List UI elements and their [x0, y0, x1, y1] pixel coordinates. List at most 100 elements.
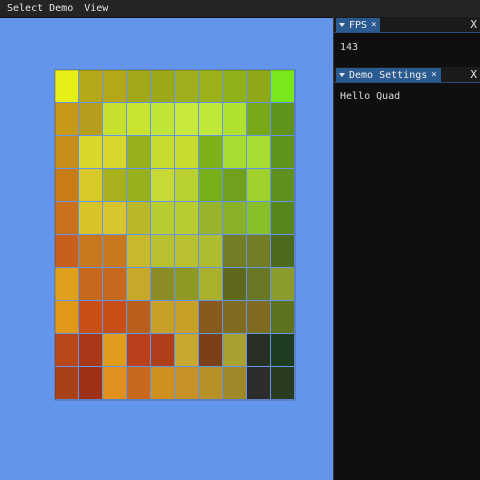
grid-tile — [103, 301, 126, 333]
grid-tile — [175, 136, 198, 168]
grid-tile — [127, 367, 150, 399]
grid-tile — [79, 136, 102, 168]
grid-tile — [175, 70, 198, 102]
quad-grid — [54, 69, 296, 401]
grid-tile — [271, 235, 294, 267]
grid-tile — [247, 367, 270, 399]
grid-tile — [55, 268, 78, 300]
grid-tile — [103, 235, 126, 267]
grid-tile — [199, 367, 222, 399]
menu-item-select-demo[interactable]: Select Demo — [0, 0, 77, 17]
grid-tile — [199, 103, 222, 135]
grid-tile — [127, 103, 150, 135]
grid-tile — [199, 169, 222, 201]
grid-tile — [55, 169, 78, 201]
grid-tile — [271, 169, 294, 201]
grid-tile — [127, 334, 150, 366]
grid-tile — [223, 70, 246, 102]
grid-tile — [103, 103, 126, 135]
grid-tile — [127, 301, 150, 333]
grid-tile — [199, 268, 222, 300]
grid-tile — [103, 169, 126, 201]
grid-tile — [55, 70, 78, 102]
grid-tile — [103, 202, 126, 234]
grid-tile — [55, 136, 78, 168]
grid-tile — [223, 169, 246, 201]
grid-tile — [247, 136, 270, 168]
grid-tile — [271, 70, 294, 102]
menu-item-view[interactable]: View — [77, 0, 112, 17]
grid-tile — [247, 301, 270, 333]
menu-bar: Select Demo View — [0, 0, 480, 18]
grid-tile — [79, 235, 102, 267]
grid-tile — [79, 367, 102, 399]
right-dock: FPS × X 143 Demo Settings × X Hello Quad — [333, 17, 480, 480]
grid-tile — [127, 136, 150, 168]
grid-tile — [175, 301, 198, 333]
grid-tile — [127, 169, 150, 201]
grid-tile — [247, 169, 270, 201]
grid-tile — [199, 301, 222, 333]
grid-tile — [79, 70, 102, 102]
collapse-triangle-icon[interactable] — [339, 73, 345, 77]
demo-settings-tab-label: Demo Settings — [349, 69, 428, 81]
fps-tab-label: FPS — [349, 19, 368, 31]
fps-panel-titlebar[interactable]: FPS × X — [334, 17, 480, 33]
grid-tile — [223, 235, 246, 267]
grid-tile — [151, 301, 174, 333]
grid-tile — [55, 235, 78, 267]
grid-tile — [223, 103, 246, 135]
grid-tile — [127, 268, 150, 300]
grid-tile — [271, 367, 294, 399]
grid-tile — [103, 334, 126, 366]
tab-close-icon[interactable]: × — [371, 20, 376, 30]
grid-tile — [199, 235, 222, 267]
grid-tile — [223, 136, 246, 168]
grid-tile — [151, 103, 174, 135]
grid-tile — [103, 70, 126, 102]
grid-tile — [271, 136, 294, 168]
grid-tile — [175, 334, 198, 366]
grid-tile — [247, 268, 270, 300]
grid-tile — [175, 268, 198, 300]
grid-tile — [151, 334, 174, 366]
panel-close-icon[interactable]: X — [470, 17, 477, 32]
demo-name-text: Hello Quad — [340, 91, 401, 102]
grid-tile — [199, 202, 222, 234]
demo-settings-panel-titlebar[interactable]: Demo Settings × X — [334, 67, 480, 83]
grid-tile — [271, 103, 294, 135]
grid-tile — [127, 235, 150, 267]
fps-value: 143 — [340, 42, 359, 53]
grid-tile — [223, 334, 246, 366]
grid-tile — [103, 268, 126, 300]
grid-tile — [199, 334, 222, 366]
grid-tile — [55, 103, 78, 135]
grid-tile — [175, 169, 198, 201]
grid-tile — [127, 70, 150, 102]
collapse-triangle-icon[interactable] — [339, 23, 345, 27]
tab-close-icon[interactable]: × — [431, 70, 436, 80]
grid-tile — [223, 301, 246, 333]
grid-tile — [151, 235, 174, 267]
tab-fps[interactable]: FPS × — [336, 18, 381, 32]
grid-tile — [175, 103, 198, 135]
grid-tile — [55, 301, 78, 333]
grid-tile — [55, 367, 78, 399]
grid-tile — [223, 202, 246, 234]
render-viewport[interactable] — [0, 18, 333, 480]
grid-tile — [223, 268, 246, 300]
grid-tile — [79, 103, 102, 135]
grid-tile — [55, 202, 78, 234]
grid-tile — [79, 169, 102, 201]
grid-tile — [127, 202, 150, 234]
grid-tile — [79, 268, 102, 300]
grid-tile — [151, 136, 174, 168]
grid-tile — [271, 301, 294, 333]
grid-tile — [223, 367, 246, 399]
grid-tile — [175, 367, 198, 399]
grid-tile — [199, 70, 222, 102]
grid-tile — [175, 235, 198, 267]
grid-tile — [151, 367, 174, 399]
panel-close-icon[interactable]: X — [470, 67, 477, 82]
tab-demo-settings[interactable]: Demo Settings × — [336, 68, 441, 82]
